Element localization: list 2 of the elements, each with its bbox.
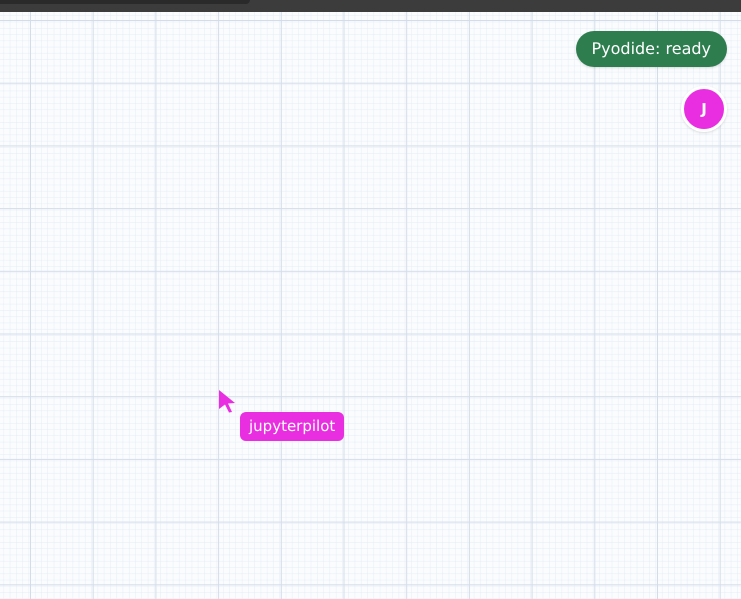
cursor-label: jupyterpilot bbox=[240, 412, 344, 441]
status-badge: Pyodide: ready bbox=[576, 31, 727, 67]
